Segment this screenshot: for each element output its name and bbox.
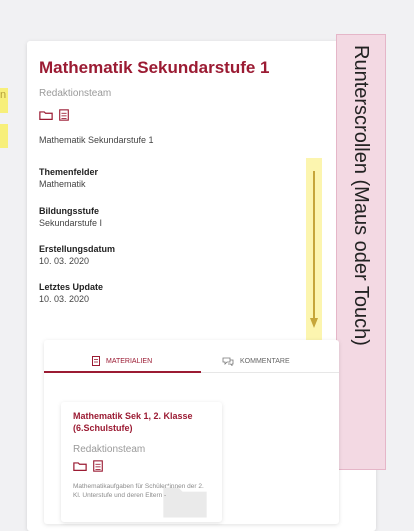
course-title: Mathematik Sekundarstufe 1 (39, 58, 270, 77)
tab-comments-label: KOMMENTARE (240, 357, 290, 365)
meta-value: Sekundarstufe I (39, 218, 103, 228)
meta-value: 10. 03. 2020 (39, 256, 90, 266)
left-highlight-1: n (0, 88, 8, 113)
meta-erstellungsdatum: Erstellungsdatum 10. 03. 2020 (39, 243, 115, 267)
meta-label: Bildungsstufe (39, 206, 99, 216)
meta-label: Themenfelder (39, 167, 99, 177)
meta-value: Mathematik (39, 179, 86, 189)
left-highlight-text: n (0, 89, 7, 101)
tab-materials[interactable]: MATERIALIEN (92, 350, 152, 372)
down-arrow-icon (310, 171, 318, 328)
material-title[interactable]: Mathematik Sek 1, 2. Klasse (6.Schulstuf… (73, 410, 213, 434)
materials-panel: MATERIALIEN KOMMENTARE Mathematik Sek 1,… (44, 340, 339, 524)
course-author: Redaktionsteam (39, 88, 112, 99)
folder-watermark-icon (163, 487, 207, 518)
document-icon (92, 356, 100, 366)
tab-comments[interactable]: KOMMENTARE (222, 350, 290, 372)
document-icon (59, 109, 69, 121)
meta-themenfelder: Themenfelder Mathematik (39, 166, 98, 190)
course-icons (39, 109, 71, 121)
comment-icon (222, 357, 234, 366)
document-icon (93, 460, 103, 472)
meta-label: Erstellungsdatum (39, 244, 116, 254)
meta-value: 10. 03. 2020 (39, 294, 90, 304)
meta-bildungsstufe: Bildungsstufe Sekundarstufe I (39, 205, 102, 229)
material-icons (73, 460, 105, 472)
folder-icon (73, 462, 87, 471)
material-author: Redaktionsteam (73, 444, 146, 455)
active-tab-indicator (44, 371, 201, 373)
folder-icon (39, 111, 53, 120)
annotation-box: Runterscrollen (Maus oder Touch) (336, 34, 386, 470)
meta-letztes-update: Letztes Update 10. 03. 2020 (39, 281, 103, 305)
left-highlight-2 (0, 124, 8, 148)
course-description: Mathematik Sekundarstufe 1 (39, 135, 154, 145)
tab-materials-label: MATERIALIEN (106, 357, 153, 365)
annotation-text: Runterscrollen (Maus oder Touch) (350, 45, 372, 346)
meta-label: Letztes Update (39, 282, 104, 292)
